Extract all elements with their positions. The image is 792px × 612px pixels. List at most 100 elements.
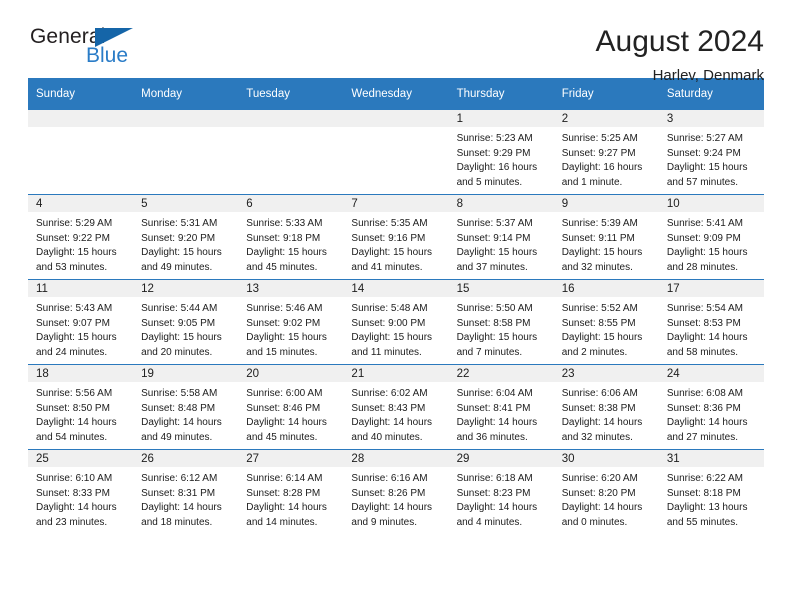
sunset-time: Sunset: 8:50 PM bbox=[36, 402, 110, 414]
sunrise-time: Sunrise: 5:31 AM bbox=[141, 218, 218, 229]
sunrise-time: Sunrise: 5:35 AM bbox=[351, 218, 428, 229]
sunset-time: Sunset: 9:09 PM bbox=[666, 232, 741, 244]
day-number: 26 bbox=[133, 450, 239, 467]
day-details: Sunrise: 6:16 AM Sunset: 8:26 PM Daylight:… bbox=[343, 467, 448, 530]
month-calendar: Sunday Monday Tuesday Wednesday Thursday… bbox=[28, 78, 764, 534]
sunset-time: Sunset: 9:00 PM bbox=[351, 317, 426, 329]
calendar-day-cell[interactable]: 16 Sunrise: 5:52 AM Sunset: 8:55 PM Dayligh… bbox=[553, 279, 659, 365]
day-details: Sunrise: 5:31 AM Sunset: 9:20 PM Daylight:… bbox=[133, 212, 238, 275]
sunset-time: Sunset: 9:11 PM bbox=[561, 232, 635, 244]
sunrise-time: Sunrise: 5:50 AM bbox=[456, 303, 533, 314]
daylight-duration-line1: Daylight: 14 hours bbox=[246, 417, 327, 429]
calendar-day-cell[interactable]: 29 Sunrise: 6:18 AM Sunset: 8:23 PM Dayligh… bbox=[448, 449, 554, 534]
calendar-day-cell[interactable]: 10 Sunrise: 5:41 AM Sunset: 9:09 PM Dayligh… bbox=[658, 194, 764, 280]
calendar-day-cell[interactable]: 4 Sunrise: 5:29 AM Sunset: 9:22 PM Daylight… bbox=[28, 194, 134, 280]
sunset-time: Sunset: 8:23 PM bbox=[456, 487, 531, 499]
day-details: Sunrise: 5:33 AM Sunset: 9:18 PM Daylight:… bbox=[238, 212, 343, 275]
calendar-day-cell[interactable]: 12 Sunrise: 5:44 AM Sunset: 9:05 PM Dayligh… bbox=[133, 279, 239, 365]
sunrise-time: Sunrise: 6:22 AM bbox=[666, 473, 743, 484]
calendar-day-cell[interactable]: 21 Sunrise: 6:02 AM Sunset: 8:43 PM Dayligh… bbox=[343, 364, 449, 450]
day-number: 12 bbox=[133, 280, 239, 297]
day-details: Sunrise: 6:20 AM Sunset: 8:20 PM Daylight:… bbox=[554, 467, 659, 530]
daylight-duration-line1: Daylight: 14 hours bbox=[351, 502, 433, 514]
calendar-day-cell[interactable]: 7 Sunrise: 5:35 AM Sunset: 9:16 PM Daylight… bbox=[343, 194, 449, 280]
day-number: 20 bbox=[238, 365, 344, 382]
calendar-day-cell[interactable]: 18 Sunrise: 5:56 AM Sunset: 8:50 PM Dayligh… bbox=[28, 364, 134, 450]
day-number: 30 bbox=[553, 450, 659, 467]
sunrise-time: Sunrise: 5:44 AM bbox=[141, 303, 218, 314]
sunset-time: Sunset: 9:27 PM bbox=[561, 147, 636, 159]
calendar-day-cell[interactable]: 22 Sunrise: 6:04 AM Sunset: 8:41 PM Dayligh… bbox=[448, 364, 554, 450]
day-number: 3 bbox=[658, 110, 764, 127]
daylight-duration-line1: Daylight: 16 hours bbox=[456, 162, 538, 174]
calendar-page: General Blue August 2024 Harlev, Denmark… bbox=[0, 0, 792, 612]
calendar-day-cell[interactable]: 9 Sunrise: 5:39 AM Sunset: 9:11 PM Daylight… bbox=[553, 194, 659, 280]
calendar-day-cell[interactable]: 31 Sunrise: 6:22 AM Sunset: 8:18 PM Dayligh… bbox=[658, 449, 764, 534]
sunrise-time: Sunrise: 5:37 AM bbox=[456, 218, 533, 229]
calendar-day-cell-empty bbox=[133, 110, 239, 195]
calendar-day-cell[interactable]: 20 Sunrise: 6:00 AM Sunset: 8:46 PM Dayligh… bbox=[238, 364, 344, 450]
calendar-day-cell[interactable]: 2 Sunrise: 5:25 AM Sunset: 9:27 PM Daylight… bbox=[553, 110, 659, 195]
calendar-week-row: 11 Sunrise: 5:43 AM Sunset: 9:07 PM Dayligh… bbox=[28, 279, 764, 365]
daylight-duration-line2: and 55 minutes. bbox=[666, 516, 739, 528]
calendar-day-cell[interactable]: 11 Sunrise: 5:43 AM Sunset: 9:07 PM Dayligh… bbox=[28, 279, 134, 365]
daylight-duration-line2: and 57 minutes. bbox=[666, 176, 739, 188]
daylight-duration-line2: and 32 minutes. bbox=[561, 431, 633, 443]
calendar-day-cell[interactable]: 5 Sunrise: 5:31 AM Sunset: 9:20 PM Daylight… bbox=[133, 194, 239, 280]
calendar-week-row: 4 Sunrise: 5:29 AM Sunset: 9:22 PM Daylight… bbox=[28, 194, 764, 280]
calendar-day-cell[interactable]: 25 Sunrise: 6:10 AM Sunset: 8:33 PM Dayligh… bbox=[28, 449, 134, 534]
daylight-duration-line1: Daylight: 15 hours bbox=[561, 247, 643, 259]
calendar-day-cell[interactable]: 8 Sunrise: 5:37 AM Sunset: 9:14 PM Daylight… bbox=[448, 194, 554, 280]
daylight-duration-line1: Daylight: 15 hours bbox=[666, 247, 748, 259]
calendar-day-cell[interactable]: 24 Sunrise: 6:08 AM Sunset: 8:36 PM Dayligh… bbox=[658, 364, 764, 450]
sunrise-time: Sunrise: 6:12 AM bbox=[141, 473, 218, 484]
weekday-header-monday: Monday bbox=[133, 78, 239, 110]
sunset-time: Sunset: 9:07 PM bbox=[36, 317, 110, 329]
day-number: 17 bbox=[658, 280, 764, 297]
sunset-time: Sunset: 9:02 PM bbox=[246, 317, 321, 329]
sunrise-time: Sunrise: 5:52 AM bbox=[561, 303, 638, 314]
day-number: 27 bbox=[238, 450, 344, 467]
day-number: 23 bbox=[553, 365, 659, 382]
calendar-week-row: 1 Sunrise: 5:23 AM Sunset: 9:29 PM Daylight… bbox=[28, 110, 764, 195]
sunset-time: Sunset: 8:31 PM bbox=[141, 487, 216, 499]
calendar-day-cell[interactable]: 3 Sunrise: 5:27 AM Sunset: 9:24 PM Daylight… bbox=[658, 110, 764, 195]
sunrise-time: Sunrise: 6:10 AM bbox=[36, 473, 113, 484]
day-details: Sunrise: 5:37 AM Sunset: 9:14 PM Daylight:… bbox=[449, 212, 554, 275]
sunset-time: Sunset: 8:55 PM bbox=[561, 317, 636, 329]
calendar-day-cell[interactable]: 14 Sunrise: 5:48 AM Sunset: 9:00 PM Dayligh… bbox=[343, 279, 449, 365]
daylight-duration-line2: and 11 minutes. bbox=[351, 346, 422, 358]
calendar-day-cell[interactable]: 19 Sunrise: 5:58 AM Sunset: 8:48 PM Dayligh… bbox=[133, 364, 239, 450]
sunrise-time: Sunrise: 6:14 AM bbox=[246, 473, 323, 484]
daylight-duration-line1: Daylight: 15 hours bbox=[456, 247, 538, 259]
calendar-day-cell[interactable]: 26 Sunrise: 6:12 AM Sunset: 8:31 PM Dayligh… bbox=[133, 449, 239, 534]
calendar-day-cell[interactable]: 13 Sunrise: 5:46 AM Sunset: 9:02 PM Dayligh… bbox=[238, 279, 344, 365]
calendar-week-row: 25 Sunrise: 6:10 AM Sunset: 8:33 PM Dayligh… bbox=[28, 449, 764, 534]
calendar-day-cell[interactable]: 27 Sunrise: 6:14 AM Sunset: 8:28 PM Dayligh… bbox=[238, 449, 344, 534]
daylight-duration-line1: Daylight: 14 hours bbox=[561, 417, 643, 429]
day-number: 9 bbox=[553, 195, 659, 212]
calendar-week-row: 18 Sunrise: 5:56 AM Sunset: 8:50 PM Dayligh… bbox=[28, 364, 764, 450]
calendar-day-cell[interactable]: 6 Sunrise: 5:33 AM Sunset: 9:18 PM Daylight… bbox=[238, 194, 344, 280]
day-number: 28 bbox=[343, 450, 449, 467]
calendar-day-cell[interactable]: 17 Sunrise: 5:54 AM Sunset: 8:53 PM Dayligh… bbox=[658, 279, 764, 365]
sunrise-time: Sunrise: 5:41 AM bbox=[666, 218, 743, 229]
day-details: Sunrise: 5:35 AM Sunset: 9:16 PM Daylight:… bbox=[343, 212, 448, 275]
daylight-duration-line1: Daylight: 13 hours bbox=[666, 502, 748, 514]
calendar-day-cell[interactable]: 1 Sunrise: 5:23 AM Sunset: 9:29 PM Daylight… bbox=[448, 110, 554, 195]
sunrise-time: Sunrise: 6:18 AM bbox=[456, 473, 533, 484]
calendar-day-cell-empty bbox=[238, 110, 344, 195]
sunset-time: Sunset: 9:14 PM bbox=[456, 232, 531, 244]
calendar-day-cell[interactable]: 30 Sunrise: 6:20 AM Sunset: 8:20 PM Dayligh… bbox=[553, 449, 659, 534]
daylight-duration-line1: Daylight: 14 hours bbox=[141, 502, 222, 514]
calendar-day-cell[interactable]: 15 Sunrise: 5:50 AM Sunset: 8:58 PM Dayligh… bbox=[448, 279, 554, 365]
daylight-duration-line1: Daylight: 15 hours bbox=[351, 332, 433, 344]
sunrise-time: Sunrise: 6:00 AM bbox=[246, 388, 323, 399]
calendar-day-cell[interactable]: 28 Sunrise: 6:16 AM Sunset: 8:26 PM Dayligh… bbox=[343, 449, 449, 534]
generalblue-logo[interactable]: General Blue bbox=[28, 26, 148, 74]
sunrise-time: Sunrise: 6:06 AM bbox=[561, 388, 638, 399]
daylight-duration-line2: and 0 minutes. bbox=[561, 516, 628, 528]
daylight-duration-line2: and 49 minutes. bbox=[141, 261, 213, 273]
calendar-day-cell[interactable]: 23 Sunrise: 6:06 AM Sunset: 8:38 PM Dayligh… bbox=[553, 364, 659, 450]
sunset-time: Sunset: 9:22 PM bbox=[36, 232, 110, 244]
